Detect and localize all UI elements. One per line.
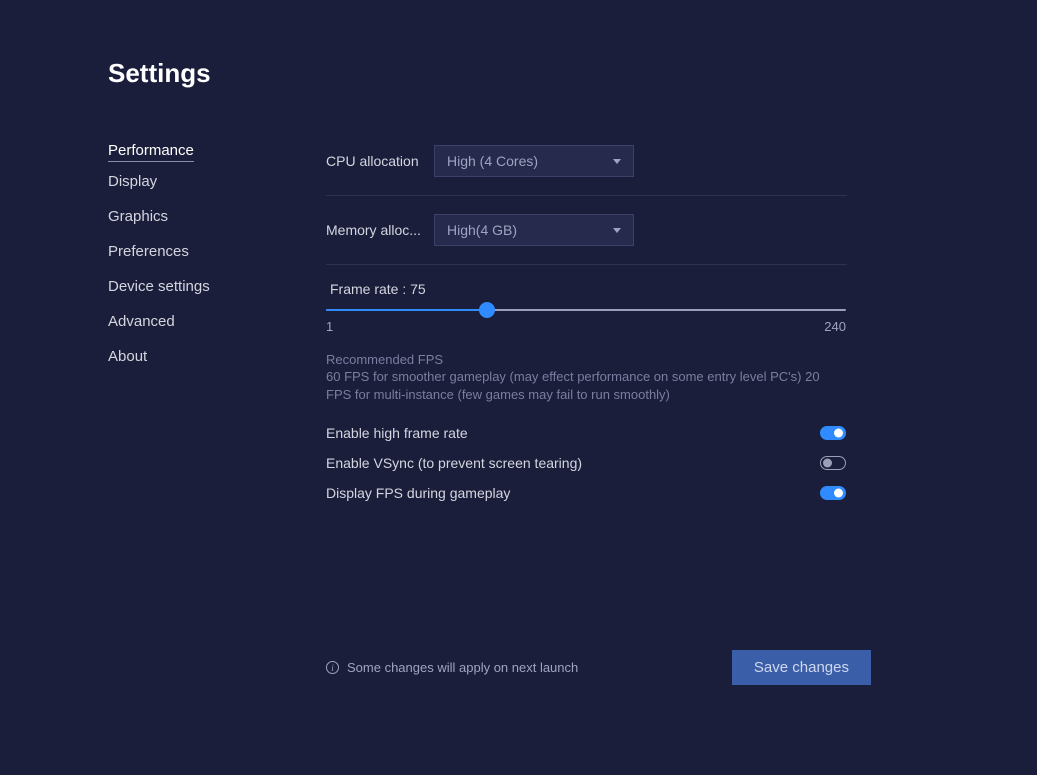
slider-thumb[interactable] <box>479 302 495 318</box>
sidebar-item-device-settings[interactable]: Device settings <box>108 271 296 302</box>
display-fps-toggle[interactable] <box>820 486 846 500</box>
vsync-label: Enable VSync (to prevent screen tearing) <box>326 455 582 471</box>
cpu-allocation-select[interactable]: High (4 Cores) <box>434 145 634 177</box>
footer-info: i Some changes will apply on next launch <box>326 660 578 675</box>
vsync-toggle[interactable] <box>820 456 846 470</box>
sidebar-item-advanced[interactable]: Advanced <box>108 306 296 337</box>
sidebar-item-about[interactable]: About <box>108 341 296 372</box>
frame-rate-slider[interactable] <box>326 301 846 313</box>
footer-info-text: Some changes will apply on next launch <box>347 660 578 675</box>
save-changes-button[interactable]: Save changes <box>732 650 871 685</box>
info-icon: i <box>326 661 339 674</box>
memory-allocation-value: High(4 GB) <box>447 222 517 238</box>
sidebar-item-performance[interactable]: Performance <box>108 135 194 162</box>
cpu-allocation-label: CPU allocation <box>326 153 434 169</box>
cpu-allocation-value: High (4 Cores) <box>447 153 538 169</box>
memory-allocation-label: Memory alloc... <box>326 222 434 238</box>
recommended-fps-text: 60 FPS for smoother gameplay (may effect… <box>326 368 846 404</box>
chevron-down-icon <box>613 159 621 164</box>
sidebar: Performance Display Graphics Preferences… <box>108 135 296 508</box>
frame-rate-label: Frame rate : 75 <box>330 281 847 297</box>
main-content: CPU allocation High (4 Cores) Memory all… <box>296 135 1037 508</box>
chevron-down-icon <box>613 228 621 233</box>
page-title: Settings <box>108 58 1037 89</box>
high-frame-rate-toggle[interactable] <box>820 426 846 440</box>
frame-rate-min: 1 <box>326 319 333 334</box>
sidebar-item-preferences[interactable]: Preferences <box>108 236 296 267</box>
sidebar-item-graphics[interactable]: Graphics <box>108 201 296 232</box>
frame-rate-max: 240 <box>824 319 846 334</box>
memory-allocation-select[interactable]: High(4 GB) <box>434 214 634 246</box>
display-fps-label: Display FPS during gameplay <box>326 485 510 501</box>
sidebar-item-display[interactable]: Display <box>108 166 296 197</box>
high-frame-rate-label: Enable high frame rate <box>326 425 468 441</box>
recommended-fps-title: Recommended FPS <box>326 352 847 367</box>
